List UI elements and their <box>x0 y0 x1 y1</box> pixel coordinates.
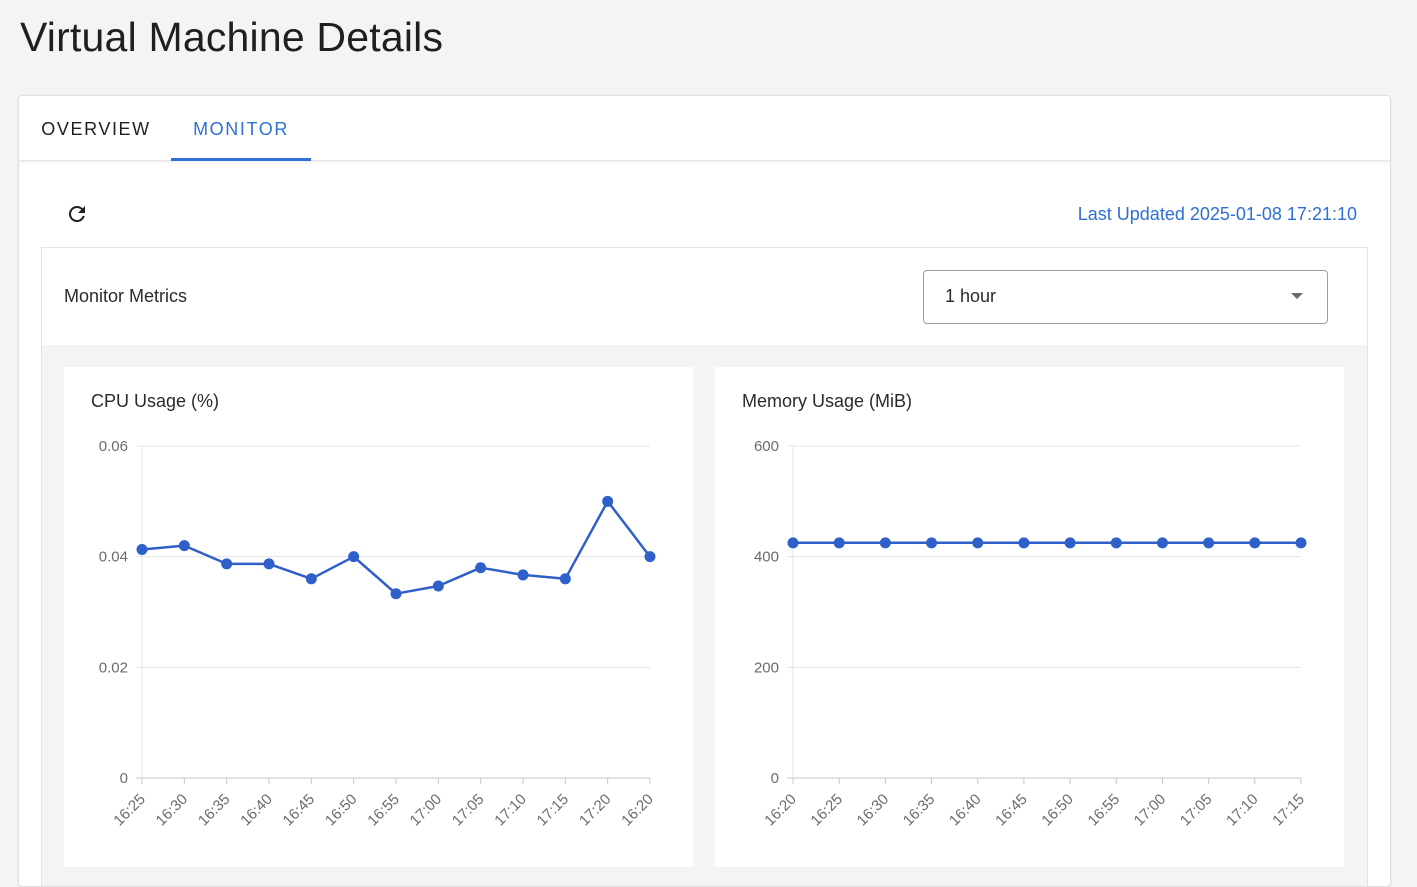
x-tick-label: 17:15 <box>534 791 573 830</box>
data-point[interactable] <box>1110 537 1122 549</box>
last-updated-text: Last Updated 2025-01-08 17:21:10 <box>1077 204 1357 224</box>
x-tick-label: 17:10 <box>491 791 530 830</box>
data-point[interactable] <box>787 537 799 549</box>
x-tick-label: 16:35 <box>900 791 939 830</box>
x-tick-label: 17:10 <box>1223 791 1262 830</box>
series-line <box>141 500 651 595</box>
x-tick-label: 16:25 <box>110 791 149 830</box>
x-tick-label: 16:45 <box>992 791 1031 830</box>
y-tick-label: 0.04 <box>99 549 128 566</box>
y-tick-label: 0 <box>120 770 128 787</box>
x-tick-label: 16:40 <box>237 791 276 830</box>
x-tick-label: 16:40 <box>946 791 985 830</box>
cpu-usage-chart: CPU Usage (%) 0 0.02 0.04 0.06 16:25 16:30 16:… <box>64 367 693 867</box>
time-range-value: 1 hour <box>945 286 997 306</box>
data-point[interactable] <box>390 588 402 600</box>
data-point[interactable] <box>517 569 529 581</box>
tab-overview[interactable]: OVERVIEW <box>21 96 171 160</box>
y-tick-label: 0.02 <box>99 659 128 676</box>
cpu-chart-plot: 00.020.040.0616:25 16:30 16:35 16:40 16:45 16… <box>99 438 657 830</box>
x-tick-label: 16:50 <box>322 791 361 830</box>
page-title: Virtual Machine Details <box>20 14 444 60</box>
y-tick-label: 400 <box>754 549 779 566</box>
x-tick-label: 16:55 <box>364 791 403 830</box>
data-point[interactable] <box>432 580 444 592</box>
monitor-metrics-panel: Monitor Metrics 1 hour CPU Usage (%) 0 0.… <box>41 247 1368 886</box>
data-point[interactable] <box>972 537 984 549</box>
data-point[interactable] <box>559 573 571 585</box>
x-tick-label: 16:50 <box>1038 791 1077 830</box>
tab-monitor[interactable]: MONITOR <box>171 96 311 160</box>
data-point[interactable] <box>879 537 891 549</box>
tab-bar: OVERVIEW MONITOR <box>19 96 1390 161</box>
x-tick-label: 16:45 <box>280 791 319 830</box>
x-tick-label: 17:05 <box>449 791 488 830</box>
data-point[interactable] <box>1018 537 1030 549</box>
data-point[interactable] <box>1064 537 1076 549</box>
data-point[interactable] <box>305 573 317 585</box>
x-tick-label: 16:25 <box>807 791 846 830</box>
metrics-header: Monitor Metrics 1 hour <box>42 248 1367 345</box>
data-point[interactable] <box>136 543 148 555</box>
x-tick-label: 16:30 <box>854 791 893 830</box>
x-tick-label: 16:55 <box>1085 791 1124 830</box>
active-tab-indicator <box>171 158 311 161</box>
data-point[interactable] <box>1203 537 1215 549</box>
x-tick-label: 16:20 <box>761 791 800 830</box>
memory-usage-chart: Memory Usage (MiB) 0 200 400 600 16:20 16:25 1… <box>715 367 1344 867</box>
data-point[interactable] <box>926 537 938 549</box>
x-tick-label: 16:30 <box>153 791 192 830</box>
x-tick-label: 17:00 <box>407 791 446 830</box>
data-point[interactable] <box>221 558 233 570</box>
data-point[interactable] <box>1249 537 1261 549</box>
data-point[interactable] <box>602 495 614 507</box>
y-tick-label: 200 <box>754 659 779 676</box>
data-point[interactable] <box>1156 537 1168 549</box>
x-tick-label: 16:20 <box>618 791 657 830</box>
chevron-down-icon <box>1291 293 1303 299</box>
y-tick-label: 0.06 <box>99 438 128 455</box>
x-tick-label: 17:05 <box>1177 791 1216 830</box>
data-point[interactable] <box>263 558 275 570</box>
refresh-icon <box>68 205 85 222</box>
refresh-button[interactable] <box>63 200 91 228</box>
x-tick-label: 17:15 <box>1269 791 1308 830</box>
y-tick-label: 0 <box>771 770 779 787</box>
data-point[interactable] <box>178 540 190 552</box>
data-point[interactable] <box>348 551 360 563</box>
metrics-title: Monitor Metrics <box>64 286 188 306</box>
data-point[interactable] <box>475 562 487 574</box>
data-point[interactable] <box>644 551 656 563</box>
time-range-select[interactable]: 1 hour <box>923 270 1328 324</box>
x-tick-label: 17:00 <box>1131 791 1170 830</box>
data-point[interactable] <box>833 537 845 549</box>
data-point[interactable] <box>1295 537 1307 549</box>
x-tick-label: 16:35 <box>195 791 234 830</box>
vm-details-card: OVERVIEW MONITOR Last Updated 2025-01-08… <box>18 95 1391 887</box>
x-tick-label: 17:20 <box>576 791 615 830</box>
y-tick-label: 600 <box>754 438 779 455</box>
memory-chart-plot: 0 200 400 600 16:20 16:25 16:30 16:35 16:40 16:45… <box>754 438 1308 830</box>
